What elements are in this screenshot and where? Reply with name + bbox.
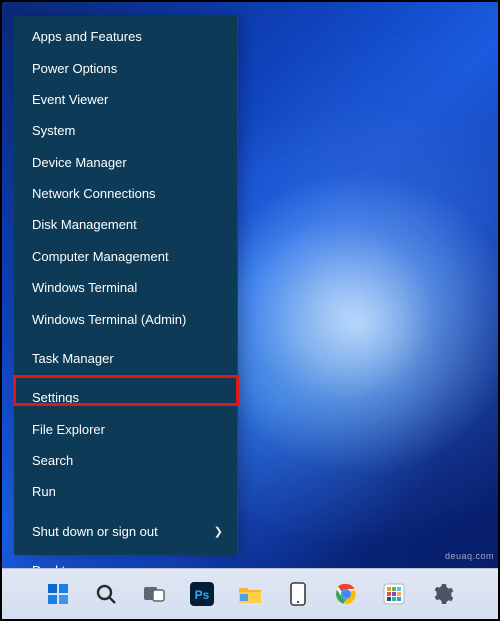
menu-item-device-manager[interactable]: Device Manager bbox=[14, 147, 237, 178]
menu-item-system[interactable]: System bbox=[14, 115, 237, 146]
menu-item-label: Disk Management bbox=[32, 217, 137, 232]
file-explorer-icon[interactable] bbox=[230, 574, 270, 614]
menu-item-event-viewer[interactable]: Event Viewer bbox=[14, 84, 237, 115]
menu-item-apps-and-features[interactable]: Apps and Features bbox=[14, 21, 237, 52]
taskbar: Ps bbox=[2, 568, 498, 619]
menu-item-disk-management[interactable]: Disk Management bbox=[14, 209, 237, 240]
menu-item-label: Device Manager bbox=[32, 155, 127, 170]
watermark: deuaq.com bbox=[445, 551, 494, 561]
menu-item-windows-terminal[interactable]: Windows Terminal bbox=[14, 272, 237, 303]
taskview-icon[interactable] bbox=[134, 574, 174, 614]
start-icon[interactable] bbox=[38, 574, 78, 614]
menu-item-label: File Explorer bbox=[32, 422, 105, 437]
menu-item-file-explorer[interactable]: File Explorer bbox=[14, 414, 237, 445]
menu-item-run[interactable]: Run bbox=[14, 476, 237, 507]
menu-item-task-manager[interactable]: Task Manager bbox=[14, 343, 237, 374]
menu-item-label: Network Connections bbox=[32, 186, 156, 201]
chevron-right-icon: ❯ bbox=[214, 525, 223, 538]
menu-item-label: Power Options bbox=[32, 61, 117, 76]
menu-item-settings[interactable]: Settings bbox=[14, 382, 237, 413]
app-grid-icon[interactable] bbox=[374, 574, 414, 614]
chrome-icon[interactable] bbox=[326, 574, 366, 614]
menu-item-label: Computer Management bbox=[32, 249, 169, 264]
menu-item-windows-terminal-admin-[interactable]: Windows Terminal (Admin) bbox=[14, 303, 237, 334]
winx-context-menu: Apps and Features Power Options Event View… bbox=[14, 16, 238, 555]
menu-item-search[interactable]: Search bbox=[14, 445, 237, 476]
search-icon[interactable] bbox=[86, 574, 126, 614]
menu-item-label: Windows Terminal (Admin) bbox=[32, 312, 186, 327]
menu-item-label: Shut down or sign out bbox=[32, 524, 158, 539]
svg-text:Ps: Ps bbox=[195, 588, 210, 602]
menu-item-computer-management[interactable]: Computer Management bbox=[14, 241, 237, 272]
menu-item-power-options[interactable]: Power Options bbox=[14, 52, 237, 83]
menu-item-label: System bbox=[32, 123, 75, 138]
settings-icon[interactable] bbox=[422, 574, 462, 614]
photoshop-icon[interactable]: Ps bbox=[182, 574, 222, 614]
menu-item-shut-down-or-sign-out[interactable]: Shut down or sign out ❯ bbox=[14, 516, 237, 547]
menu-item-label: Event Viewer bbox=[32, 92, 108, 107]
menu-item-label: Windows Terminal bbox=[32, 280, 137, 295]
menu-item-label: Apps and Features bbox=[32, 29, 142, 44]
menu-item-label: Settings bbox=[32, 390, 79, 405]
menu-item-label: Run bbox=[32, 484, 56, 499]
app-tablet-icon[interactable] bbox=[278, 574, 318, 614]
menu-item-label: Search bbox=[32, 453, 73, 468]
menu-item-label: Task Manager bbox=[32, 351, 114, 366]
menu-item-network-connections[interactable]: Network Connections bbox=[14, 178, 237, 209]
